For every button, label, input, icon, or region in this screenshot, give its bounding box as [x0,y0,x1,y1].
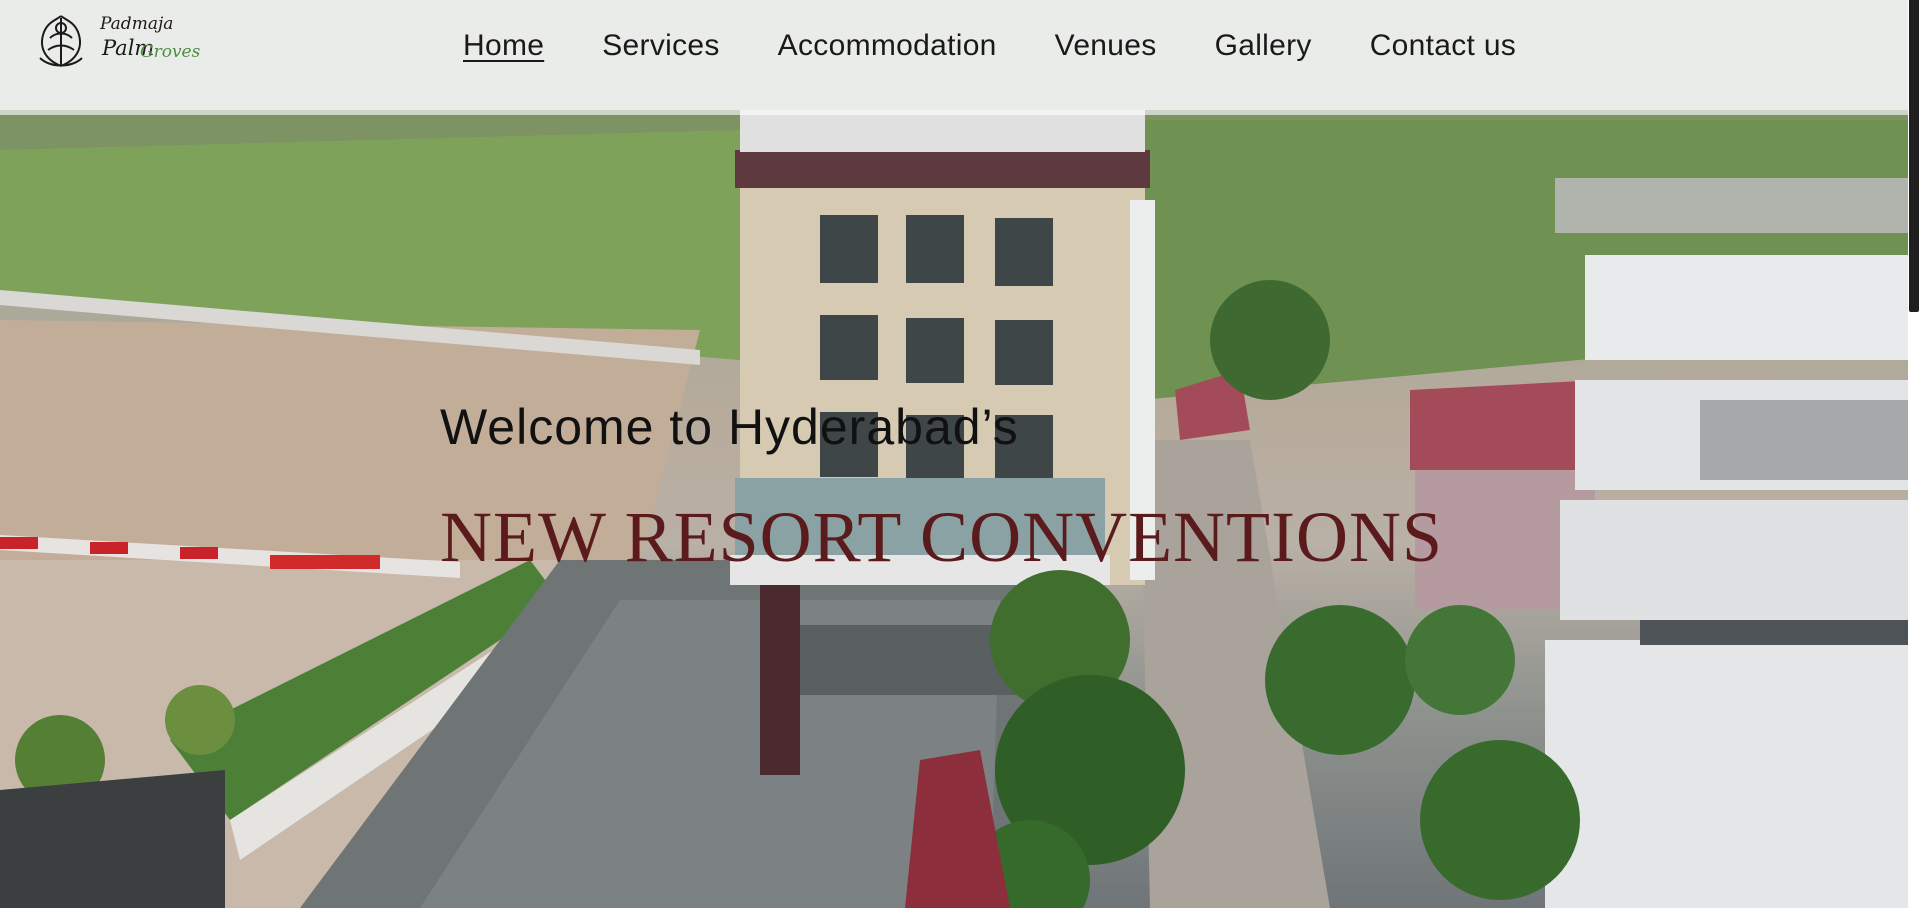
logo-text-padmaja: Padmaja [100,14,174,34]
main-nav-menu: Home Services Accommodation Venues Galle… [463,26,1516,66]
nav-link-accommodation[interactable]: Accommodation [778,26,997,66]
palm-ornament-icon [39,15,83,67]
nav-link-gallery[interactable]: Gallery [1215,26,1312,66]
nav-link-services[interactable]: Services [602,26,719,66]
hero-headline: NEW RESORT CONVENTIONS [440,497,1444,577]
nav-link-contact-us[interactable]: Contact us [1370,26,1516,66]
nav-link-venues[interactable]: Venues [1055,26,1157,66]
top-navigation-bar: Padmaja Palm Groves Home Services Accomm… [0,0,1908,115]
page: Padmaja Palm Groves Home Services Accomm… [0,0,1920,911]
brand-logo[interactable]: Padmaja Palm Groves [26,10,204,72]
logo-text-groves: Groves [140,42,201,62]
nav-link-home[interactable]: Home [463,26,544,66]
vertical-scrollbar[interactable] [1908,0,1920,911]
hero-welcome-text: Welcome to Hyderabad’s [440,399,1019,455]
scrollbar-thumb[interactable] [1909,0,1919,312]
